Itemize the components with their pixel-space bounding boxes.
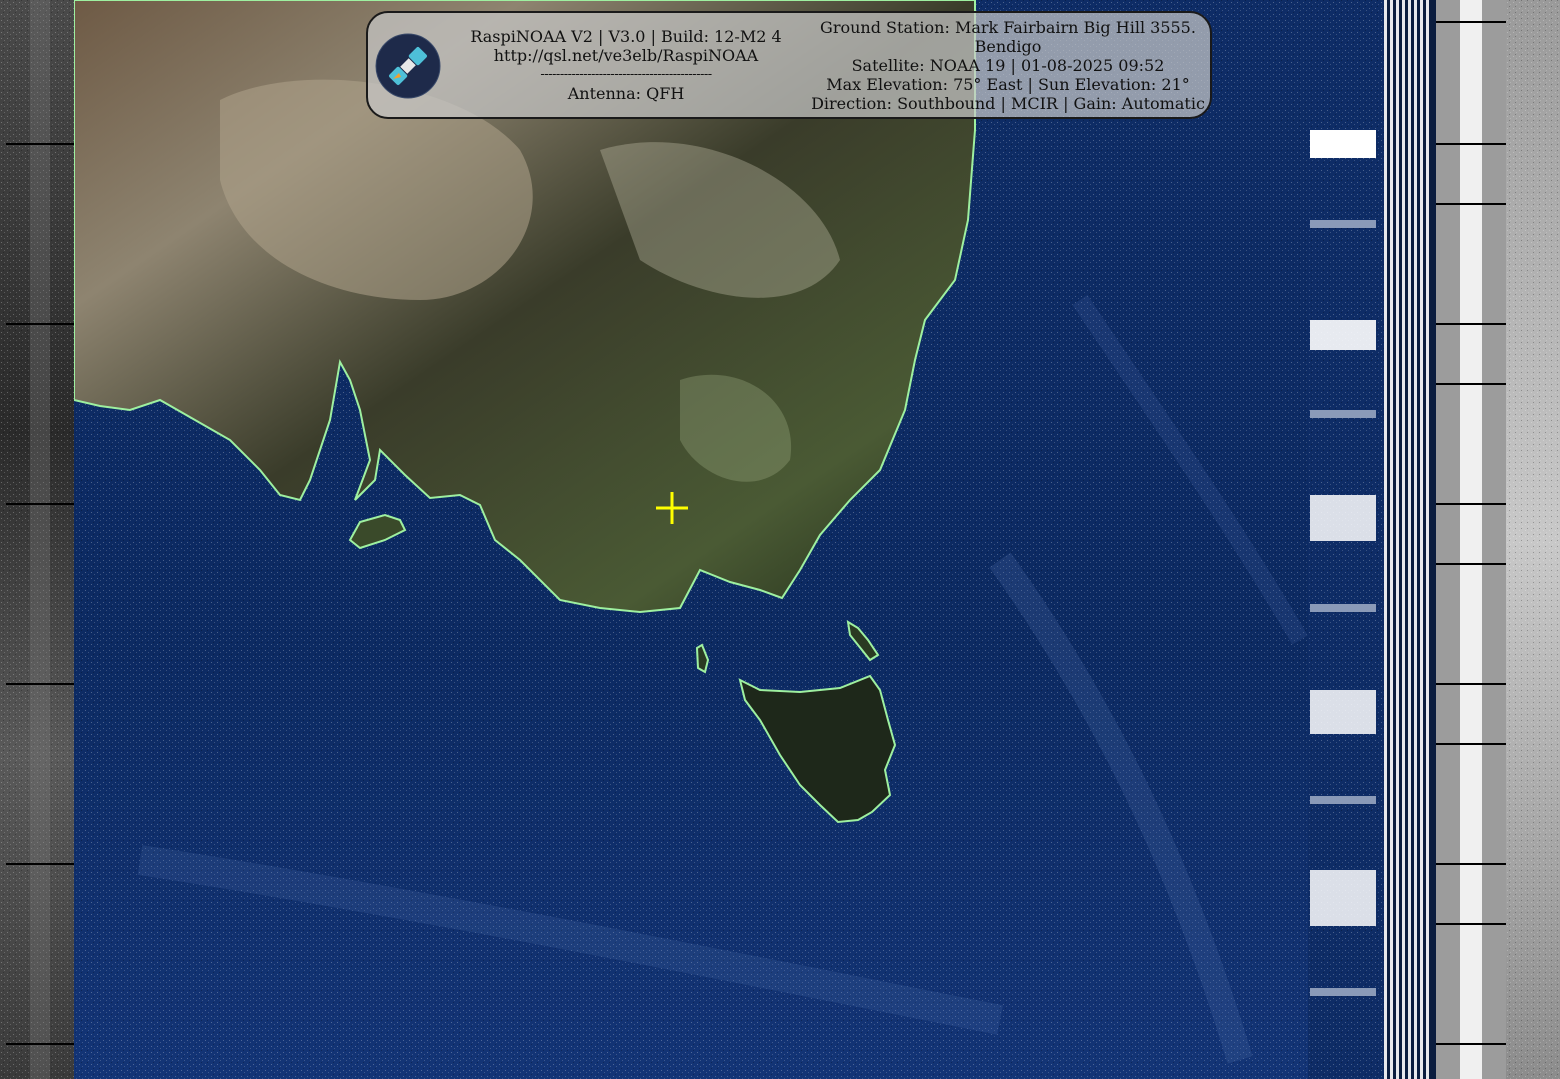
elevation-text: Max Elevation: 75° East | Sun Elevation:… xyxy=(826,75,1190,94)
antenna-text: Antenna: QFH xyxy=(567,84,685,103)
direction-text: Direction: Southbound | MCIR | Gain: Aut… xyxy=(811,94,1205,113)
satellite-image-view: RaspiNOAA V2 | V3.0 | Build: 12-M2 4 htt… xyxy=(0,0,1560,1079)
satellite-logo-icon xyxy=(375,33,441,99)
ground-station-text: Ground Station: Mark Fairbairn Big Hill … xyxy=(820,18,1196,37)
pass-details: Ground Station: Mark Fairbairn Big Hill … xyxy=(808,18,1208,113)
pass-info-overlay: RaspiNOAA V2 | V3.0 | Build: 12-M2 4 htt… xyxy=(366,11,1212,119)
software-version-text: RaspiNOAA V2 | V3.0 | Build: 12-M2 4 xyxy=(470,27,782,46)
satellite-image xyxy=(0,0,1560,1079)
satellite-text: Satellite: NOAA 19 | 01-08-2025 09:52 xyxy=(851,56,1165,75)
software-info: RaspiNOAA V2 | V3.0 | Build: 12-M2 4 htt… xyxy=(448,27,804,103)
software-url-text: http://qsl.net/ve3elb/RaspiNOAA xyxy=(493,46,759,65)
ground-station-location-text: Bendigo xyxy=(974,37,1042,56)
divider-text: ----------------------------------------… xyxy=(540,67,712,82)
